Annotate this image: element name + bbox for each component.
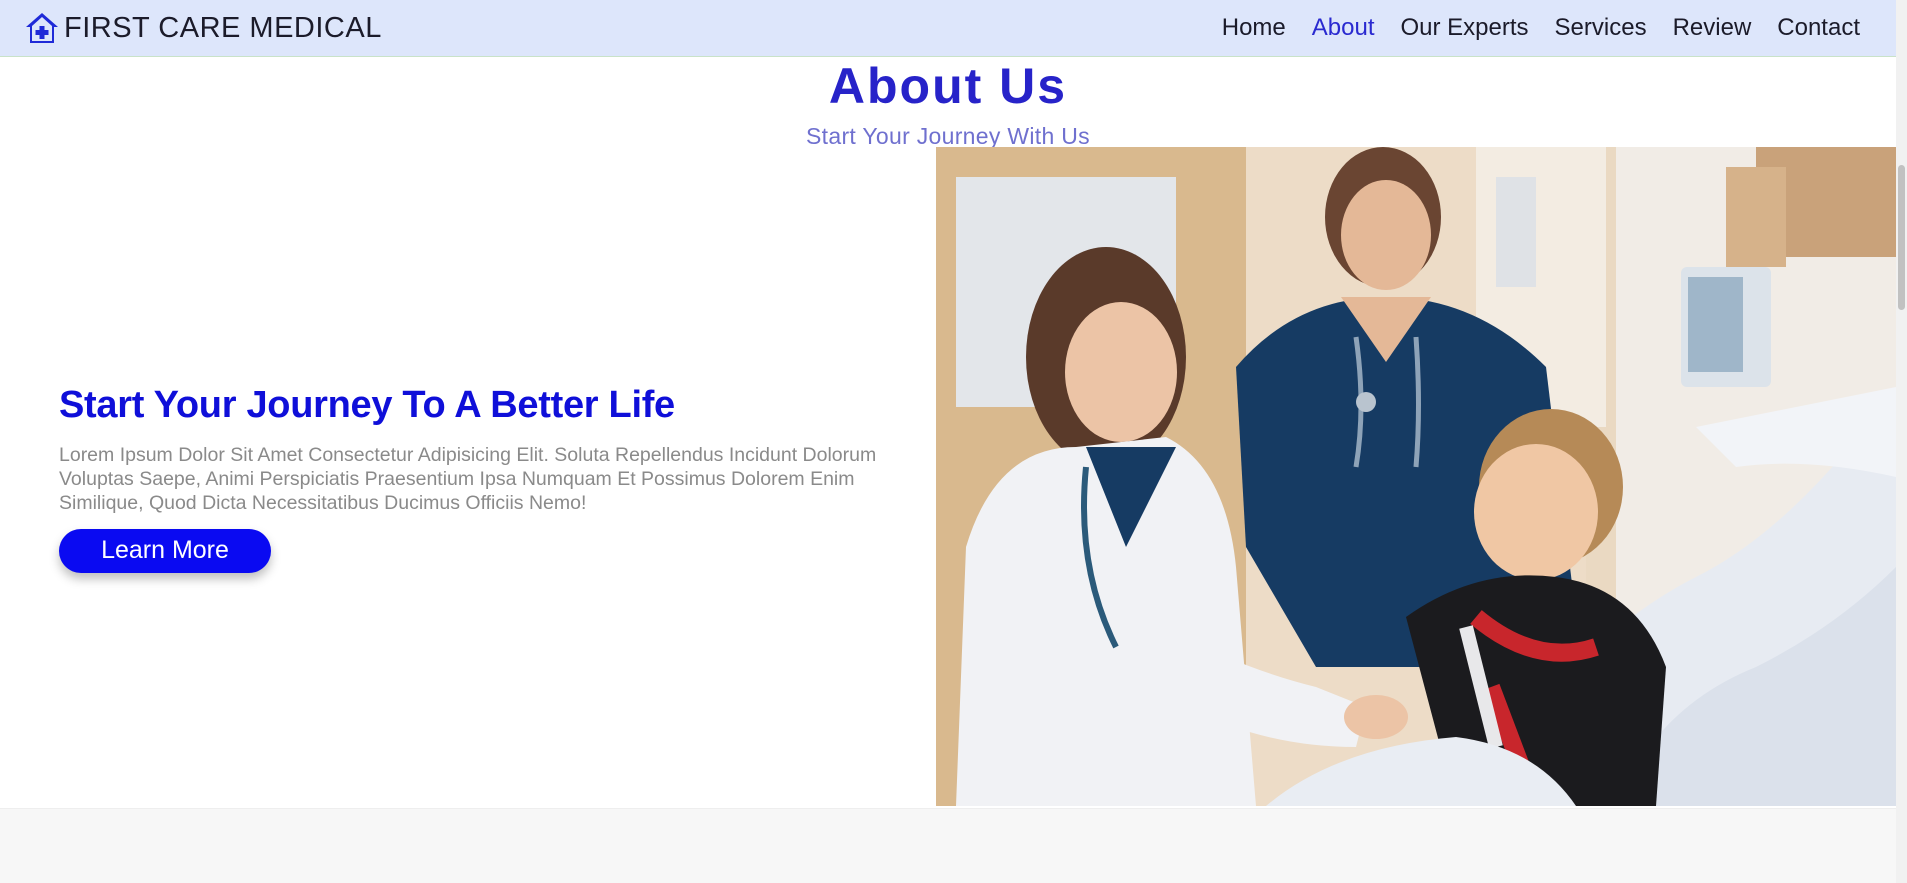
- section-heading: About Us Start Your Journey With Us: [0, 57, 1896, 150]
- nav-link-about[interactable]: About: [1312, 14, 1375, 41]
- about-text: Lorem Ipsum Dolor Sit Amet Consectetur A…: [59, 443, 877, 514]
- nav-link-services[interactable]: Services: [1555, 14, 1647, 41]
- about-title: Start Your Journey To A Better Life: [59, 384, 675, 426]
- nav-link-our-experts[interactable]: Our Experts: [1401, 14, 1529, 41]
- nav-menu: Home About Our Experts Services Review C…: [1222, 14, 1860, 42]
- nav-link-contact[interactable]: Contact: [1777, 14, 1860, 41]
- brand-name: FIRST CARE MEDICAL: [64, 11, 382, 44]
- learn-more-button[interactable]: Learn More: [59, 528, 271, 573]
- about-content: Start Your Journey To A Better Life Lore…: [59, 384, 909, 573]
- section-title: About Us: [828, 58, 1068, 114]
- nav-link-home[interactable]: Home: [1222, 14, 1286, 41]
- section-subtitle: Start Your Journey With Us: [806, 123, 1090, 149]
- page-scrollbar[interactable]: [1896, 0, 1907, 883]
- about-photo: [936, 147, 1896, 806]
- page: FIRST CARE MEDICAL Home About Our Expert…: [0, 0, 1907, 883]
- brand-link[interactable]: FIRST CARE MEDICAL: [24, 10, 382, 46]
- next-section-strip: [0, 808, 1896, 883]
- doctors-with-patient-image: [936, 147, 1896, 806]
- nav-link-review[interactable]: Review: [1673, 14, 1752, 41]
- scrollbar-thumb[interactable]: [1898, 165, 1905, 310]
- house-medical-icon: [24, 10, 60, 46]
- navbar: FIRST CARE MEDICAL Home About Our Expert…: [0, 0, 1896, 57]
